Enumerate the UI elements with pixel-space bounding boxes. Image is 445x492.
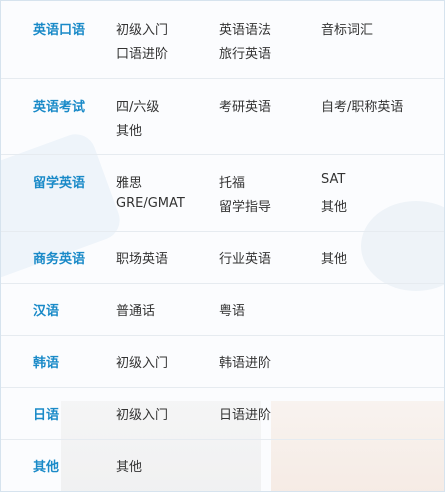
subcategory-link[interactable]: 初级入门 [116, 352, 168, 371]
subcategory-link[interactable]: 托福 [219, 172, 245, 191]
category-title-link[interactable]: 英语考试 [33, 96, 85, 115]
subcategory-link[interactable]: 初级入门 [116, 404, 168, 423]
category-row: 英语口语 初级入门 英语语法 音标词汇口语进阶 旅行英语 [1, 1, 444, 79]
subcategory-link[interactable]: 音标词汇 [321, 19, 373, 38]
category-title-link[interactable]: 其他 [33, 456, 59, 475]
subcategory-link[interactable]: 职场英语 [116, 248, 168, 267]
subcategory-link[interactable]: 考研英语 [219, 96, 271, 115]
subcategory-link[interactable]: 其他 [321, 248, 347, 267]
subcategory-link[interactable]: 四/六级 [116, 96, 159, 115]
subcategory-link[interactable]: SAT [321, 172, 345, 187]
category-row: 日语 初级入门 日语进阶 [1, 387, 444, 440]
category-row: 英语考试 四/六级 考研英语 自考/职称英语其他 [1, 78, 444, 155]
subcategory-link[interactable]: 留学指导 [219, 196, 271, 215]
category-title-link[interactable]: 商务英语 [33, 248, 85, 267]
subcategory-link[interactable]: 自考/职称英语 [321, 96, 403, 115]
subcategory-link[interactable]: 粤语 [219, 300, 245, 319]
category-title-link[interactable]: 日语 [33, 404, 59, 423]
subcategory-link[interactable]: 韩语进阶 [219, 352, 271, 371]
category-title-link[interactable]: 英语口语 [33, 19, 85, 38]
category-row: 留学英语 雅思 托福 SAT GRE/GMAT 留学指导 其他 [1, 154, 444, 232]
subcategory-link[interactable]: 口语进阶 [116, 43, 168, 62]
category-row: 汉语 普通话 粤语 [1, 283, 444, 336]
category-row: 其他 其他 [1, 439, 444, 491]
course-category-panel: 英语口语 初级入门 英语语法 音标词汇 口语进阶 旅行英语 英语考试 四/六级 考研英语 自考/职… [0, 0, 445, 492]
subcategory-link[interactable]: 其他 [321, 196, 347, 215]
category-title-link[interactable]: 韩语 [33, 352, 59, 371]
category-row: 商务英语 职场英语 行业英语 其他 [1, 231, 444, 284]
subcategory-link[interactable]: 行业英语 [219, 248, 271, 267]
subcategory-link[interactable]: 旅行英语 [219, 43, 271, 62]
subcategory-link[interactable]: 其他 [116, 120, 142, 139]
subcategory-link[interactable]: 日语进阶 [219, 404, 271, 423]
category-title-link[interactable]: 留学英语 [33, 172, 85, 191]
subcategory-link[interactable]: GRE/GMAT [116, 196, 185, 211]
subcategory-link[interactable]: 初级入门 [116, 19, 168, 38]
subcategory-link[interactable]: 其他 [116, 456, 142, 475]
subcategory-link[interactable]: 普通话 [116, 300, 155, 319]
category-title-link[interactable]: 汉语 [33, 300, 59, 319]
category-row: 韩语 初级入门 韩语进阶 [1, 335, 444, 388]
subcategory-link[interactable]: 雅思 [116, 172, 142, 191]
subcategory-link[interactable]: 英语语法 [219, 19, 271, 38]
